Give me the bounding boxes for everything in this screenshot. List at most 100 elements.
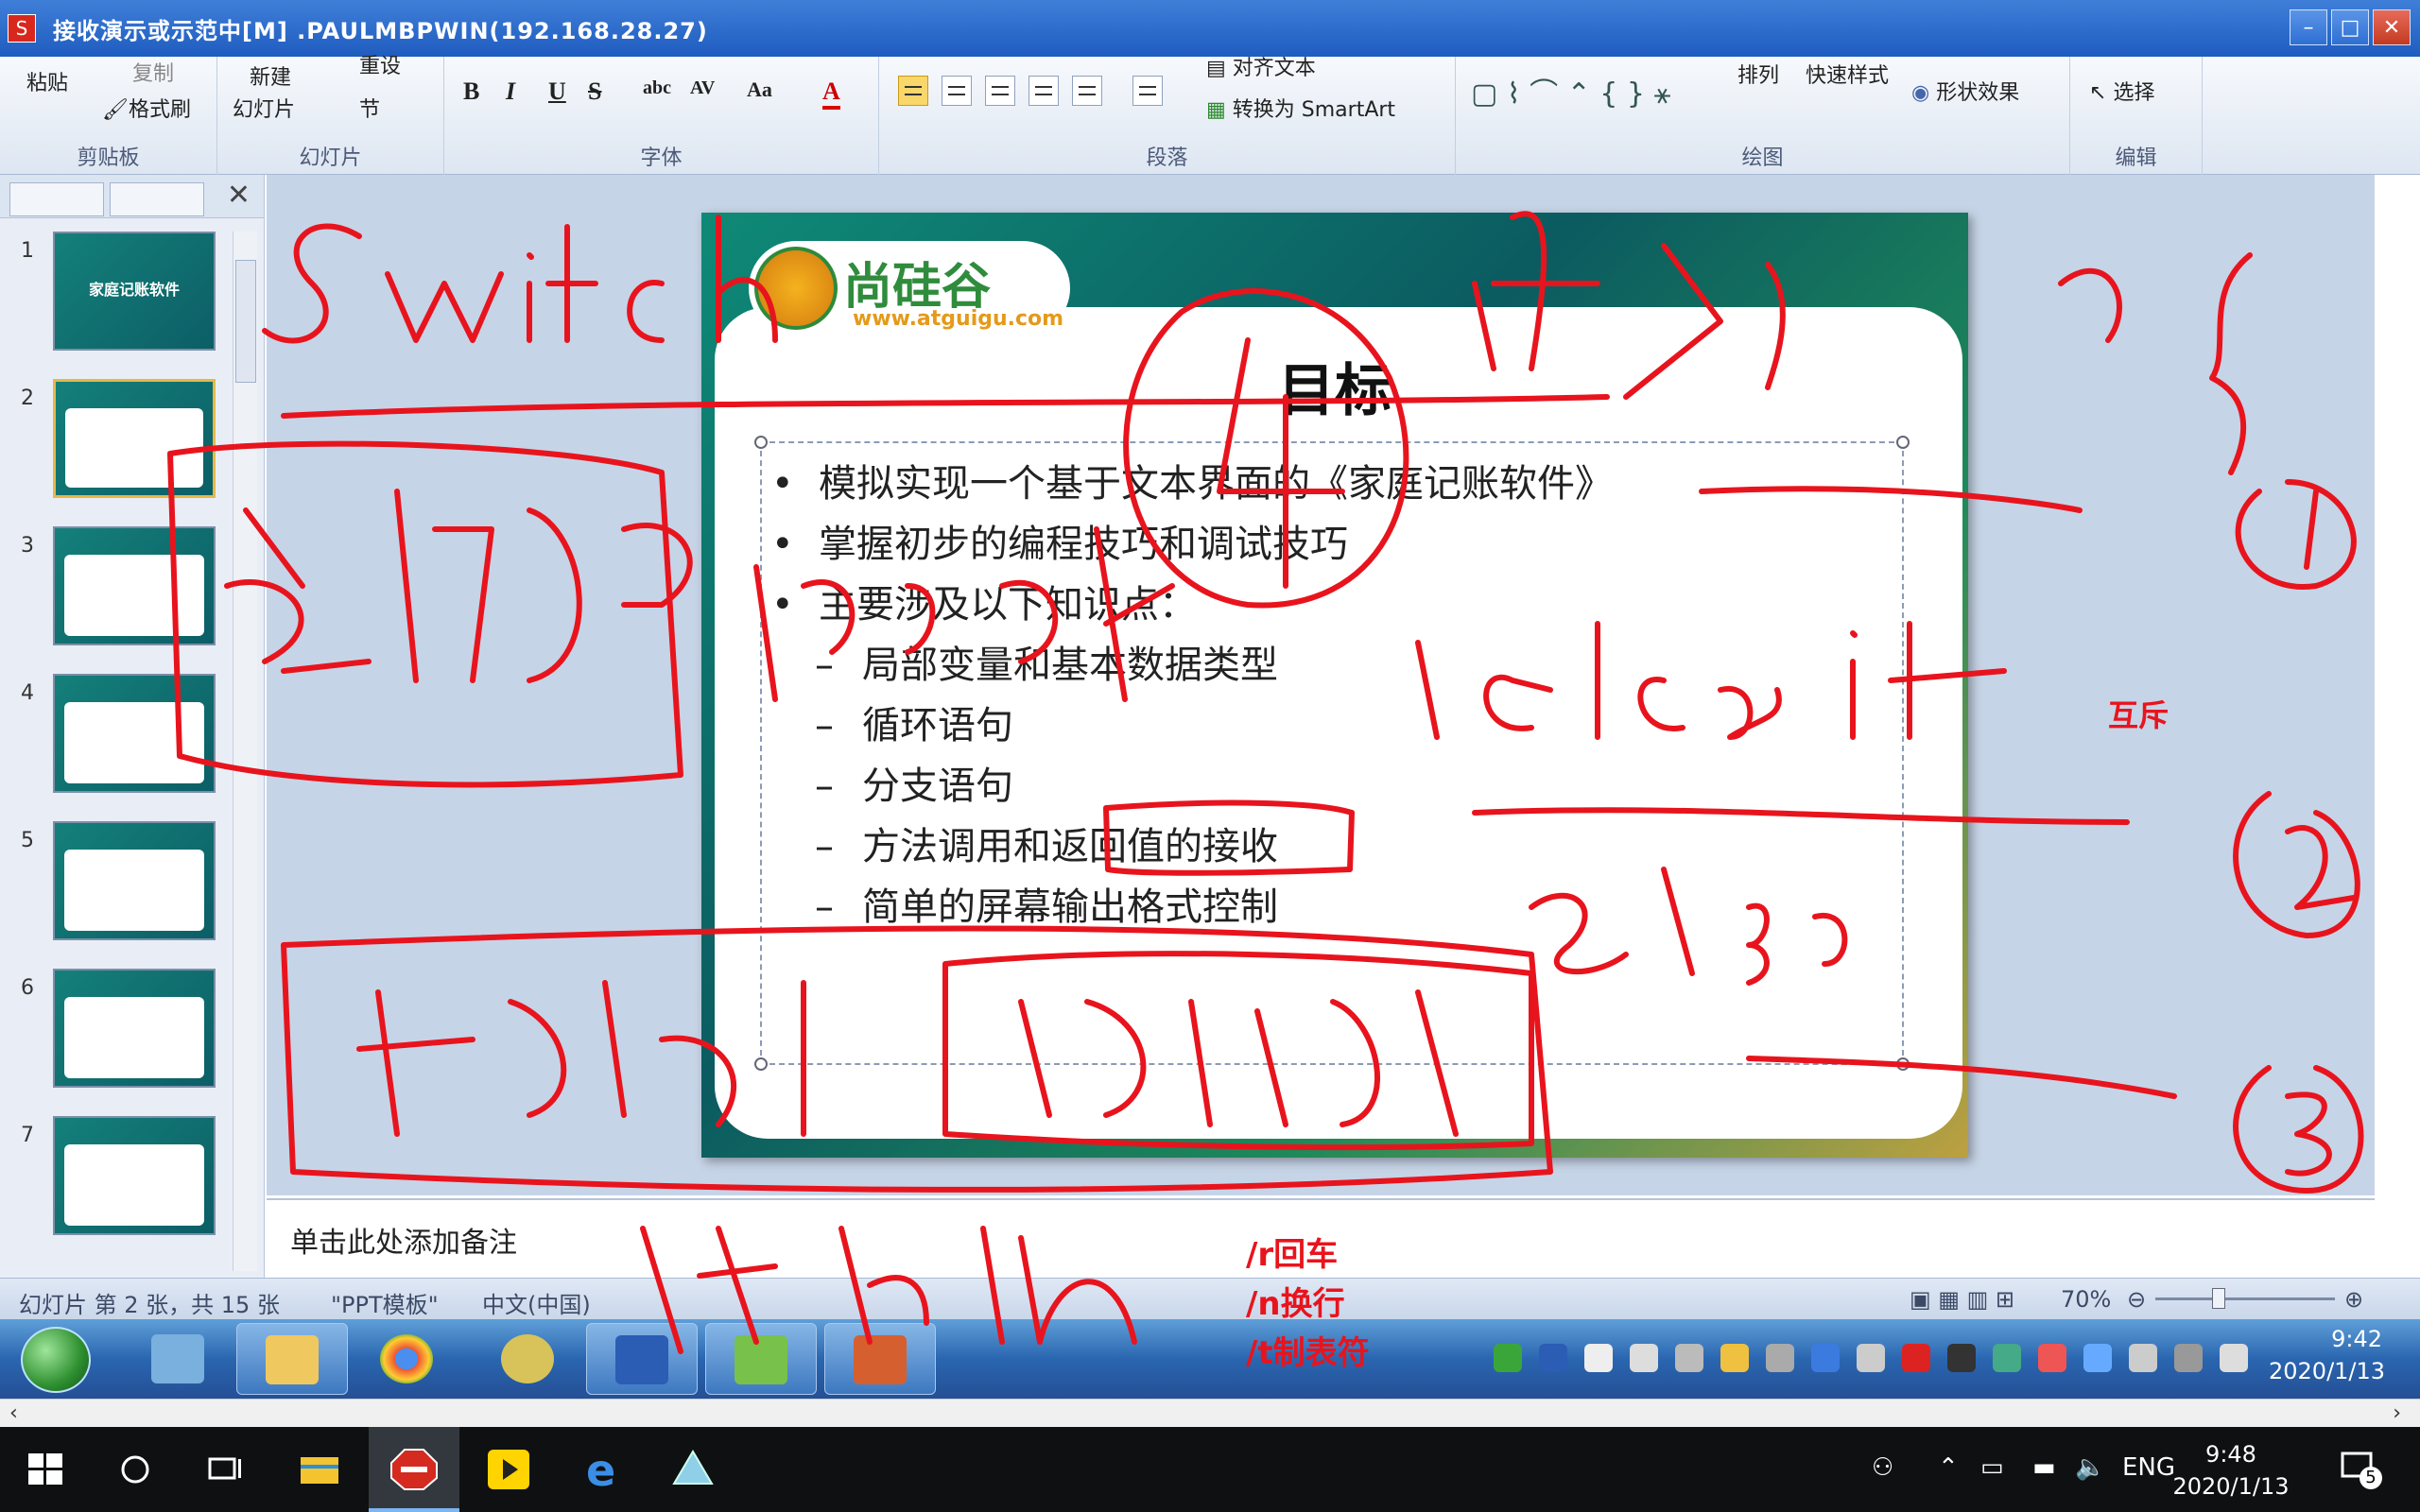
- select-button[interactable]: ↖ 选择: [2089, 76, 2154, 106]
- smartart-button[interactable]: ▦ 转换为 SmartArt: [1206, 93, 1395, 123]
- tray-icon[interactable]: [1720, 1344, 1749, 1372]
- bullet-textbox[interactable]: • 模拟实现一个基于文本界面的《家庭记账软件》 • 掌握初步的编程技巧和调试技巧 • 主要…: [754, 436, 1910, 1071]
- format-painter-button[interactable]: 🖌格式刷: [102, 93, 191, 123]
- slide-thumbnail-4[interactable]: [53, 674, 216, 793]
- tray-icon[interactable]: [1811, 1344, 1840, 1372]
- bullet-item[interactable]: – 局部变量和基本数据类型: [815, 634, 1278, 689]
- search-icon[interactable]: [109, 1446, 162, 1493]
- network-icon[interactable]: ▭: [1980, 1453, 2004, 1482]
- tray-icon[interactable]: [1539, 1344, 1567, 1372]
- tray-icon[interactable]: [1584, 1344, 1613, 1372]
- host-clock[interactable]: 9:48 2020/1/13: [2165, 1438, 2297, 1503]
- bullet-item[interactable]: – 分支语句: [815, 755, 1013, 810]
- stop-app-button[interactable]: [369, 1427, 459, 1512]
- tray-icon[interactable]: [2174, 1344, 2203, 1372]
- slide-thumbnail-6[interactable]: [53, 969, 216, 1088]
- strike-button[interactable]: S: [588, 77, 601, 106]
- shape-effects-button[interactable]: ◉ 形状效果: [1911, 76, 2019, 106]
- bullet-item[interactable]: • 掌握初步的编程技巧和调试技巧: [771, 513, 1348, 568]
- new-slide-button[interactable]: 新建: [250, 60, 291, 91]
- tray-icon[interactable]: [2220, 1344, 2248, 1372]
- slide-thumbnail-7[interactable]: [53, 1116, 216, 1235]
- paste-button[interactable]: 粘贴: [26, 66, 68, 96]
- tray-icon[interactable]: [1947, 1344, 1976, 1372]
- zoom-in-icon[interactable]: ⊕: [2344, 1286, 2363, 1313]
- maximize-button[interactable]: □: [2331, 9, 2369, 45]
- action-center-icon[interactable]: 5: [2335, 1446, 2382, 1493]
- explorer-button[interactable]: [236, 1323, 348, 1395]
- arrange-button[interactable]: 排列: [1737, 59, 1779, 89]
- new-slide-dropdown[interactable]: 幻灯片: [233, 93, 295, 123]
- windows-start-icon[interactable]: [19, 1446, 72, 1493]
- normal-view-icon[interactable]: ▣ ▦ ▥ ⊞: [1910, 1286, 2014, 1313]
- remote-clock[interactable]: 9:42 2020/1/13: [2269, 1323, 2385, 1387]
- font-color-button[interactable]: A: [822, 77, 840, 110]
- justify-button[interactable]: [1028, 76, 1059, 106]
- player-app-icon[interactable]: [482, 1446, 535, 1493]
- reset-button[interactable]: 重设: [359, 49, 401, 79]
- bullet-item[interactable]: • 主要涉及以下知识点：: [771, 574, 1197, 628]
- slide-thumbnail-1[interactable]: 家庭记账软件: [53, 232, 216, 351]
- bullet-item[interactable]: • 模拟实现一个基于文本界面的《家庭记账软件》: [771, 453, 1613, 507]
- pane-close-icon[interactable]: ✕: [227, 179, 251, 212]
- section-button[interactable]: 节: [359, 93, 380, 123]
- tray-icon[interactable]: [1494, 1344, 1522, 1372]
- align-right-button[interactable]: [985, 76, 1015, 106]
- italic-button[interactable]: I: [506, 77, 515, 106]
- change-case-button[interactable]: Aa: [747, 77, 772, 102]
- copy-button[interactable]: 复制: [132, 57, 174, 87]
- powerpoint-button[interactable]: [824, 1323, 936, 1395]
- quick-styles-button[interactable]: 快速样式: [1806, 59, 1889, 89]
- task-view-icon[interactable]: [199, 1446, 251, 1493]
- align-left-button[interactable]: [898, 76, 928, 106]
- tray-icon[interactable]: [2038, 1344, 2066, 1372]
- file-explorer-icon[interactable]: [293, 1446, 346, 1493]
- align-text-button[interactable]: ▤ 对齐文本: [1206, 51, 1316, 81]
- tray-icon[interactable]: [1630, 1344, 1658, 1372]
- columns-button[interactable]: [1132, 76, 1163, 106]
- thumbnail-scrollbar[interactable]: [233, 232, 257, 1271]
- tray-chevron-icon[interactable]: ⌃: [1938, 1453, 1959, 1482]
- chrome-button[interactable]: [352, 1323, 463, 1395]
- battery-icon[interactable]: ▬: [2032, 1453, 2056, 1482]
- slide-thumbnail-2[interactable]: [53, 379, 216, 498]
- slide-title[interactable]: 目标: [701, 345, 1968, 427]
- underline-button[interactable]: U: [548, 77, 566, 106]
- align-center-button[interactable]: [942, 76, 972, 106]
- minimize-button[interactable]: –: [2290, 9, 2327, 45]
- tray-icon[interactable]: [1675, 1344, 1703, 1372]
- bullet-item[interactable]: – 方法调用和返回值的接收: [815, 816, 1278, 870]
- people-icon[interactable]: ⚇: [1872, 1453, 1893, 1482]
- slide-editing-area[interactable]: 尚硅谷 www.atguigu.com 目标 • 模拟实现一个基于文本界面的《家庭…: [267, 175, 2375, 1195]
- strike-abc-button[interactable]: abc: [643, 77, 671, 99]
- shapes-gallery[interactable]: ▢ ⌇ ⌒ ⌃ { } ⚹: [1471, 70, 1671, 112]
- slide-thumbnail-3[interactable]: [53, 526, 216, 645]
- tray-icon[interactable]: [2129, 1344, 2157, 1372]
- slide-thumbnail-5[interactable]: [53, 821, 216, 940]
- outline-tab[interactable]: [110, 182, 204, 216]
- remote-horizontal-scrollbar[interactable]: ‹ ›: [0, 1399, 2420, 1427]
- volume-icon[interactable]: 🔈: [2075, 1453, 2105, 1482]
- zoom-out-icon[interactable]: ⊖: [2127, 1286, 2146, 1313]
- tray-icon[interactable]: [1857, 1344, 1885, 1372]
- tray-icon[interactable]: [1766, 1344, 1794, 1372]
- slide[interactable]: 尚硅谷 www.atguigu.com 目标 • 模拟实现一个基于文本界面的《家庭…: [701, 213, 1968, 1158]
- bullet-item[interactable]: – 简单的屏幕输出格式控制: [815, 876, 1278, 931]
- char-spacing-button[interactable]: AV: [690, 77, 715, 99]
- tool-button[interactable]: [473, 1323, 584, 1395]
- bold-button[interactable]: B: [463, 77, 479, 106]
- bullet-item[interactable]: – 循环语句: [815, 695, 1013, 749]
- zoom-slider[interactable]: [2155, 1288, 2335, 1309]
- notepad-button[interactable]: [705, 1323, 817, 1395]
- tray-icon[interactable]: [1902, 1344, 1930, 1372]
- distribute-button[interactable]: [1072, 76, 1102, 106]
- start-orb-icon[interactable]: [21, 1327, 91, 1393]
- edge-browser-icon[interactable]: e: [575, 1446, 628, 1493]
- tray-icon[interactable]: [2083, 1344, 2112, 1372]
- word-button[interactable]: [586, 1323, 698, 1395]
- desktop-button[interactable]: [123, 1323, 234, 1395]
- close-button[interactable]: ✕: [2373, 9, 2411, 45]
- tray-icon[interactable]: [1993, 1344, 2021, 1372]
- slides-tab[interactable]: [9, 182, 104, 216]
- remote-app-icon[interactable]: [666, 1446, 719, 1493]
